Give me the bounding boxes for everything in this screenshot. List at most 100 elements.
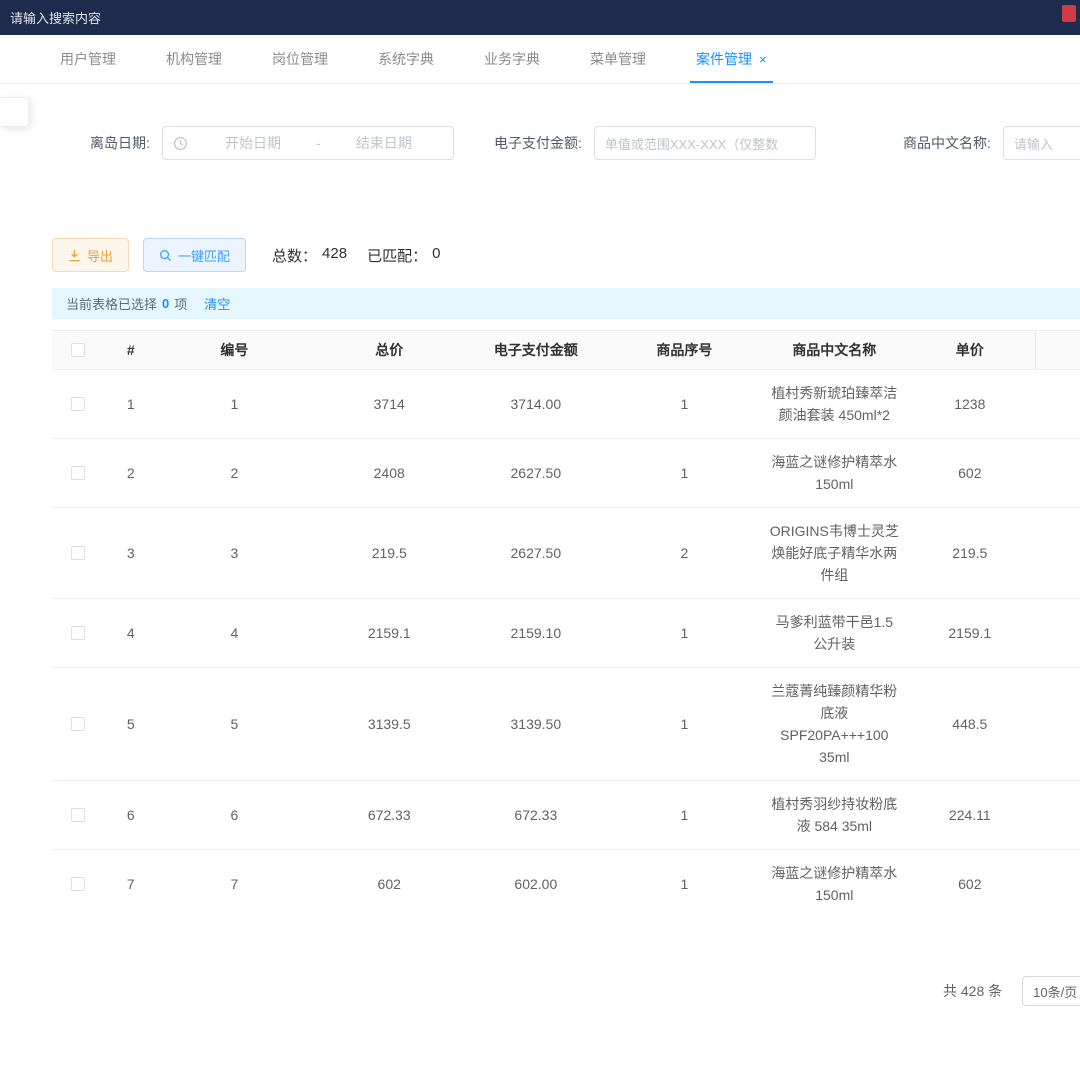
table-row: 2 2 2408 2627.50 1 海蓝之谜修护精萃水 150ml 602 [52, 439, 1080, 508]
cell-product-seq: 1 [605, 781, 764, 849]
cell-code: 1 [157, 370, 312, 438]
export-button-label: 导出 [87, 246, 113, 265]
cell-code: 5 [157, 668, 312, 780]
table-header: # 编号 总价 电子支付金额 商品序号 商品中文名称 单价 [52, 330, 1080, 370]
one-click-match-button[interactable]: 一键匹配 [143, 238, 246, 272]
tab-business-dict[interactable]: 业务字典 [484, 35, 540, 83]
epay-amount-label: 电子支付金额: [494, 133, 582, 153]
collapsed-panel-stub[interactable] [0, 97, 29, 127]
table-row: 5 5 3139.5 3139.50 1 兰蔻菁纯臻颜精华粉底液SPF20PA+… [52, 668, 1080, 781]
date-end-input[interactable]: 结束日期 [325, 133, 443, 153]
top-navbar: 请输入搜索内容 [0, 0, 1080, 35]
cell-index: 5 [105, 668, 158, 780]
cell-epay-amount: 602.00 [467, 850, 605, 905]
row-checkbox[interactable] [71, 626, 85, 640]
cell-unit-price: 2159.1 [905, 599, 1035, 667]
product-name-input[interactable]: 请输入 [1003, 126, 1080, 160]
select-all-checkbox[interactable] [71, 343, 85, 357]
cell-extra [1035, 668, 1080, 780]
selection-info-bar: 当前表格已选择 0 项 清空 [52, 288, 1080, 319]
filter-epay-amount: 电子支付金额: 单值或范围XXX-XXX（仅整数 [494, 126, 816, 160]
cell-extra [1035, 781, 1080, 849]
total-count-label: 总数： [272, 245, 317, 266]
tab-org-management[interactable]: 机构管理 [166, 35, 222, 83]
cell-product-name: ORIGINS韦博士灵芝焕能好底子精华水两件组 [764, 508, 905, 598]
tab-menu-management[interactable]: 菜单管理 [590, 35, 646, 83]
cell-epay-amount: 2159.10 [467, 599, 605, 667]
date-start-input[interactable]: 开始日期 [194, 133, 312, 153]
row-checkbox[interactable] [71, 808, 85, 822]
cell-product-name: 兰蔻菁纯臻颜精华粉底液SPF20PA+++100 35ml [764, 668, 905, 780]
cell-total-price: 602 [312, 850, 467, 905]
table-row: 6 6 672.33 672.33 1 植村秀羽纱持妆粉底液 584 35ml … [52, 781, 1080, 850]
clock-icon [173, 136, 188, 151]
product-name-label: 商品中文名称: [903, 133, 991, 153]
selection-suffix: 项 [174, 294, 187, 313]
cell-index: 6 [105, 781, 158, 849]
row-checkbox[interactable] [71, 466, 85, 480]
cell-product-name: 植村秀羽纱持妆粉底液 584 35ml [764, 781, 905, 849]
row-checkbox[interactable] [71, 717, 85, 731]
cell-epay-amount: 3139.50 [467, 668, 605, 780]
cell-product-name: 海蓝之谜修护精萃水 150ml [764, 439, 905, 507]
clear-selection-link[interactable]: 清空 [204, 294, 230, 313]
filter-departure-date: 离岛日期: 开始日期 - 结束日期 [90, 126, 454, 160]
col-header-code: 编号 [157, 331, 312, 369]
pagination-total: 共 428 条 [943, 981, 1002, 1001]
date-range-separator: - [312, 135, 325, 151]
tab-case-management[interactable]: 案件管理 × [696, 35, 767, 83]
cell-extra [1035, 850, 1080, 905]
cell-unit-price: 448.5 [905, 668, 1035, 780]
row-checkbox[interactable] [71, 877, 85, 891]
col-header-product-seq: 商品序号 [605, 331, 764, 369]
tab-position-management[interactable]: 岗位管理 [272, 35, 328, 83]
table-row: 7 7 602 602.00 1 海蓝之谜修护精萃水 150ml 602 [52, 850, 1080, 905]
tab-system-dict[interactable]: 系统字典 [378, 35, 434, 83]
cell-product-seq: 1 [605, 439, 764, 507]
selection-count: 0 [162, 296, 169, 311]
count-summary: 总数： 428 已匹配： 0 [272, 245, 440, 266]
cell-total-price: 3714 [312, 370, 467, 438]
cell-total-price: 2408 [312, 439, 467, 507]
cell-product-seq: 1 [605, 370, 764, 438]
tab-label: 案件管理 [696, 49, 752, 69]
departure-date-label: 离岛日期: [90, 133, 150, 153]
cell-product-name: 海蓝之谜修护精萃水 150ml [764, 850, 905, 905]
matched-count-value: 0 [432, 245, 440, 266]
cell-unit-price: 602 [905, 439, 1035, 507]
total-count-value: 428 [322, 245, 347, 266]
cell-index: 3 [105, 508, 158, 598]
cell-product-name: 植村秀新琥珀臻萃洁颜油套装 450ml*2 [764, 370, 905, 438]
export-button[interactable]: 导出 [52, 238, 129, 272]
row-checkbox[interactable] [71, 397, 85, 411]
cell-index: 1 [105, 370, 158, 438]
cell-code: 7 [157, 850, 312, 905]
col-header-product-name: 商品中文名称 [764, 331, 905, 369]
table-row: 3 3 219.5 2627.50 2 ORIGINS韦博士灵芝焕能好底子精华水… [52, 508, 1080, 599]
pagination: 共 428 条 10条/页 [943, 976, 1080, 1006]
cell-total-price: 2159.1 [312, 599, 467, 667]
table-row: 1 1 3714 3714.00 1 植村秀新琥珀臻萃洁颜油套装 450ml*2… [52, 370, 1080, 439]
cell-total-price: 219.5 [312, 508, 467, 598]
cell-product-seq: 1 [605, 668, 764, 780]
row-checkbox[interactable] [71, 546, 85, 560]
col-header-unit-price: 单价 [905, 331, 1035, 369]
col-header-index: # [105, 331, 158, 369]
data-table: # 编号 总价 电子支付金额 商品序号 商品中文名称 单价 1 1 3714 3… [52, 330, 1080, 905]
tab-close-icon[interactable]: × [759, 53, 767, 66]
page-size-select[interactable]: 10条/页 [1022, 976, 1080, 1006]
match-button-label: 一键匹配 [178, 246, 230, 265]
date-range-picker[interactable]: 开始日期 - 结束日期 [162, 126, 454, 160]
search-icon [159, 249, 172, 262]
cell-extra [1035, 508, 1080, 598]
cell-epay-amount: 2627.50 [467, 508, 605, 598]
filter-product-name: 商品中文名称: 请输入 [903, 126, 1080, 160]
table-row: 4 4 2159.1 2159.10 1 马爹利蓝带干邑1.5公升装 2159.… [52, 599, 1080, 668]
cell-product-seq: 1 [605, 850, 764, 905]
global-search-input[interactable]: 请输入搜索内容 [10, 8, 101, 27]
cell-index: 2 [105, 439, 158, 507]
cell-code: 2 [157, 439, 312, 507]
epay-amount-input[interactable]: 单值或范围XXX-XXX（仅整数 [594, 126, 816, 160]
tab-user-management[interactable]: 用户管理 [60, 35, 116, 83]
cell-code: 6 [157, 781, 312, 849]
